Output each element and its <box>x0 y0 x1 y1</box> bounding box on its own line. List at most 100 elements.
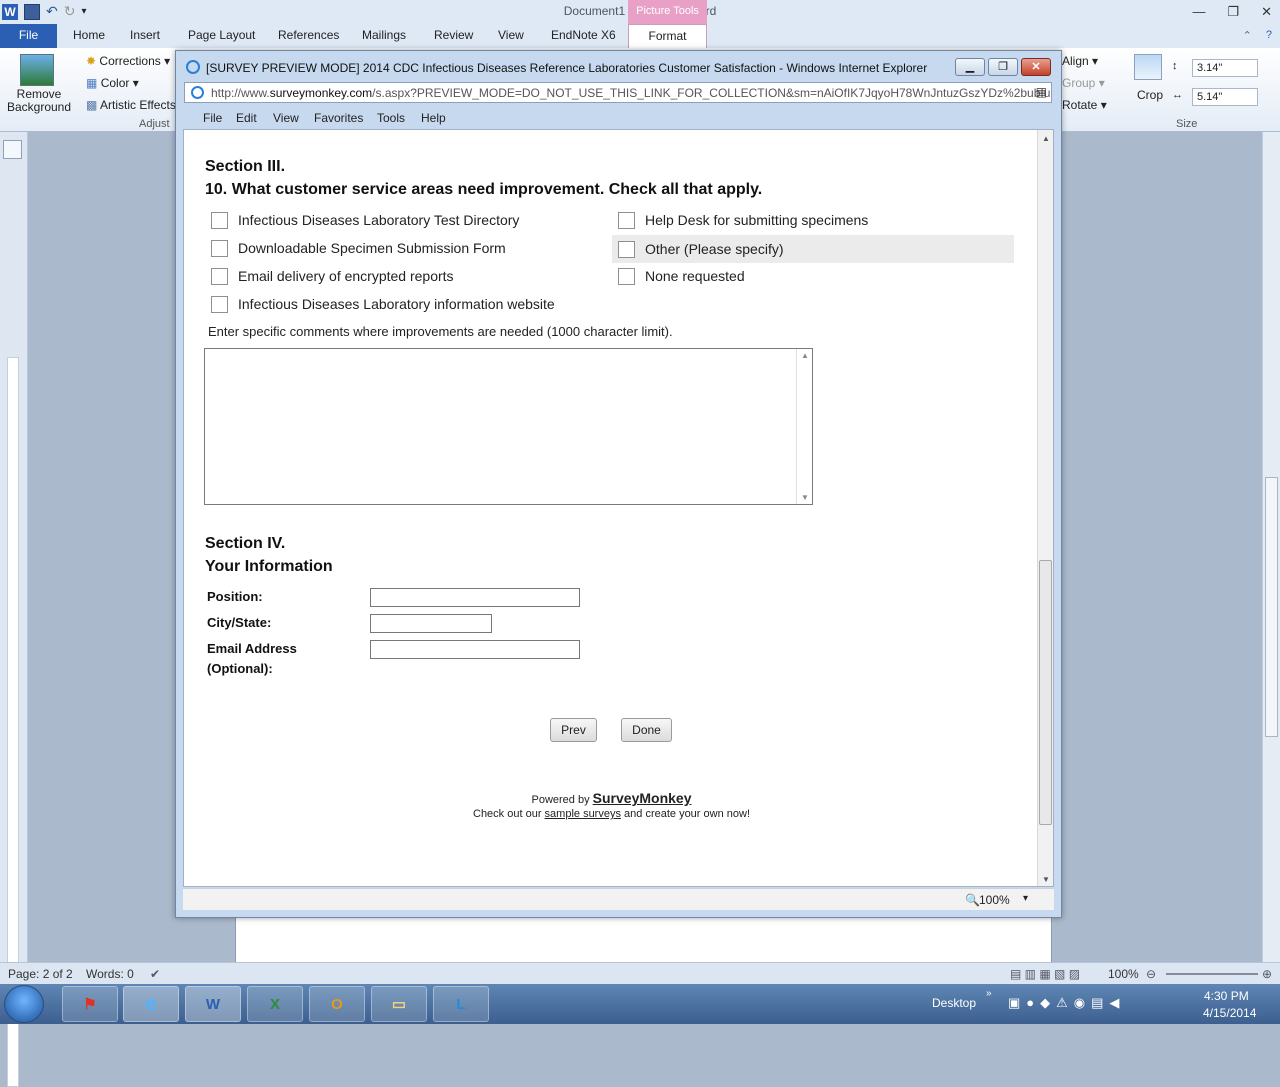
file-explorer-icon[interactable]: ▭ <box>371 986 427 1022</box>
lync-icon[interactable]: L <box>433 986 489 1022</box>
clock-time[interactable]: 4:30 PM <box>1204 989 1249 1003</box>
taskbar: ⚑ e W X O ▭ L Desktop » ▣●◆⚠◉▤◀ 4:30 PM … <box>0 984 1280 1024</box>
email-input[interactable] <box>370 640 580 659</box>
ie-scroll-down-icon[interactable]: ▼ <box>1042 875 1050 884</box>
tab-page-layout[interactable]: Page Layout <box>188 28 255 42</box>
crop-button[interactable]: Crop <box>1137 88 1163 102</box>
help-icon[interactable]: ? <box>1266 29 1272 42</box>
comment-textarea[interactable]: ▲ ▼ <box>204 348 813 505</box>
survey-page: Section III. 10. What customer service a… <box>183 129 1054 887</box>
menu-favorites[interactable]: Favorites <box>314 111 363 125</box>
width-spinner[interactable]: 5.14" <box>1192 88 1258 106</box>
scroll-down-icon[interactable]: ▼ <box>801 493 809 502</box>
checkbox[interactable] <box>211 295 228 313</box>
option-test-directory[interactable]: Infectious Diseases Laboratory Test Dire… <box>205 207 605 233</box>
checkbox[interactable] <box>618 267 635 285</box>
width-icon: ↔ <box>1172 89 1183 101</box>
restore-icon[interactable]: ❐ <box>1227 4 1239 20</box>
toolbar-expand-icon[interactable]: » <box>986 988 992 999</box>
word-count[interactable]: Words: 0 <box>86 967 134 981</box>
outlook-icon[interactable]: O <box>309 986 365 1022</box>
surveymonkey-logo[interactable]: SurveyMonkey <box>593 790 692 806</box>
tab-home[interactable]: Home <box>73 28 105 42</box>
ie-minimize-icon[interactable]: ▁ <box>955 58 985 76</box>
ie-title-bar: [SURVEY PREVIEW MODE] 2014 CDC Infectiou… <box>176 51 1061 83</box>
zoom-out-icon[interactable]: ⊖ <box>1146 967 1156 981</box>
option-information-website[interactable]: Infectious Diseases Laboratory informati… <box>205 291 605 317</box>
tray-icons[interactable]: ▣●◆⚠◉▤◀ <box>1008 995 1125 1011</box>
excel-icon[interactable]: X <box>247 986 303 1022</box>
tab-review[interactable]: Review <box>434 28 473 42</box>
internet-explorer-icon[interactable]: e <box>123 986 179 1022</box>
scroll-up-icon[interactable]: ▲ <box>801 351 809 360</box>
clock-date[interactable]: 4/15/2014 <box>1203 1006 1256 1020</box>
acrobat-icon[interactable]: ⚑ <box>62 986 118 1022</box>
group-button[interactable]: Group ▾ <box>1062 76 1105 90</box>
zoom-in-icon[interactable]: ⊕ <box>1262 967 1272 981</box>
option-other[interactable]: Other (Please specify) <box>612 235 1014 263</box>
sample-surveys-link[interactable]: sample surveys <box>545 808 621 820</box>
option-submission-form[interactable]: Downloadable Specimen Submission Form <box>205 235 605 261</box>
word-taskbar-icon[interactable]: W <box>185 986 241 1022</box>
align-button[interactable]: Align ▾ <box>1062 54 1098 68</box>
checkbox[interactable] <box>211 211 228 229</box>
section-iii-heading: Section III. <box>205 158 286 175</box>
ie-vertical-scrollbar[interactable]: ▲ ▼ <box>1037 130 1053 886</box>
menu-tools[interactable]: Tools <box>377 111 405 125</box>
tab-file[interactable]: File <box>0 24 57 48</box>
ie-scroll-thumb[interactable] <box>1039 560 1052 825</box>
menu-file[interactable]: File <box>203 111 222 125</box>
comment-label: Enter specific comments where improvemen… <box>208 324 673 339</box>
menu-view[interactable]: View <box>273 111 299 125</box>
ie-menu-bar: File Edit View Favorites Tools Help <box>184 106 1052 128</box>
checkbox[interactable] <box>618 240 635 258</box>
option-help-desk[interactable]: Help Desk for submitting specimens <box>612 207 1014 233</box>
ie-close-icon[interactable]: ✕ <box>1021 58 1051 76</box>
zoom-slider[interactable] <box>1166 973 1258 975</box>
minimize-icon[interactable]: — <box>1192 4 1205 20</box>
start-button[interactable] <box>4 985 44 1023</box>
position-input[interactable] <box>370 588 580 607</box>
menu-edit[interactable]: Edit <box>236 111 257 125</box>
remove-background-button[interactable]: Remove Background <box>6 88 72 114</box>
tab-view[interactable]: View <box>498 28 524 42</box>
ie-zoom-icon[interactable]: 🔍 <box>965 893 980 907</box>
address-bar[interactable]: http://www.surveymonkey.com/s.aspx?PREVI… <box>184 82 1052 103</box>
ie-zoom-dropdown-icon[interactable]: ▾ <box>1023 893 1028 904</box>
rotate-button[interactable]: Rotate ▾ <box>1062 98 1107 112</box>
textarea-scrollbar[interactable]: ▲ ▼ <box>796 349 812 504</box>
checkbox[interactable] <box>211 267 228 285</box>
artistic-effects-button[interactable]: ▩ Artistic Effects <box>86 98 176 112</box>
ie-window: [SURVEY PREVIEW MODE] 2014 CDC Infectiou… <box>175 50 1062 918</box>
page-count[interactable]: Page: 2 of 2 <box>8 967 73 981</box>
tab-mailings[interactable]: Mailings <box>362 28 406 42</box>
ie-restore-icon[interactable]: ❐ <box>988 58 1018 76</box>
compat-view-icon[interactable]: ▤ <box>1036 85 1047 99</box>
checkbox[interactable] <box>618 211 635 229</box>
height-spinner[interactable]: 3.14" <box>1192 59 1258 77</box>
zoom-level[interactable]: 100% <box>1108 967 1139 981</box>
option-none-requested[interactable]: None requested <box>612 263 1014 289</box>
option-encrypted-reports[interactable]: Email delivery of encrypted reports <box>205 263 605 289</box>
ie-zoom-level[interactable]: 100% <box>979 893 1010 907</box>
city-state-input[interactable] <box>370 614 492 633</box>
minimize-ribbon-icon[interactable]: ⌃ <box>1243 29 1252 42</box>
corrections-button[interactable]: ✸ Corrections ▾ <box>86 54 170 68</box>
tab-references[interactable]: References <box>278 28 339 42</box>
word-vertical-scrollbar[interactable] <box>1262 132 1280 962</box>
close-icon[interactable]: ✕ <box>1261 4 1272 20</box>
desktop-toolbar-label[interactable]: Desktop <box>932 996 976 1010</box>
tab-selector[interactable] <box>3 140 22 159</box>
menu-help[interactable]: Help <box>421 111 446 125</box>
proofing-icon[interactable]: ✔ <box>150 967 160 981</box>
word-scroll-thumb[interactable] <box>1265 477 1278 737</box>
view-buttons-icon[interactable]: ▤ ▥ ▦ ▧ ▨ <box>1010 967 1080 981</box>
checkbox[interactable] <box>211 239 228 257</box>
color-button[interactable]: ▦ Color ▾ <box>86 76 139 90</box>
tab-format[interactable]: Format <box>628 24 707 48</box>
ie-scroll-up-icon[interactable]: ▲ <box>1042 134 1050 143</box>
prev-button[interactable]: Prev <box>550 718 597 742</box>
tab-insert[interactable]: Insert <box>130 28 160 42</box>
done-button[interactable]: Done <box>621 718 672 742</box>
tab-endnote[interactable]: EndNote X6 <box>551 28 616 42</box>
